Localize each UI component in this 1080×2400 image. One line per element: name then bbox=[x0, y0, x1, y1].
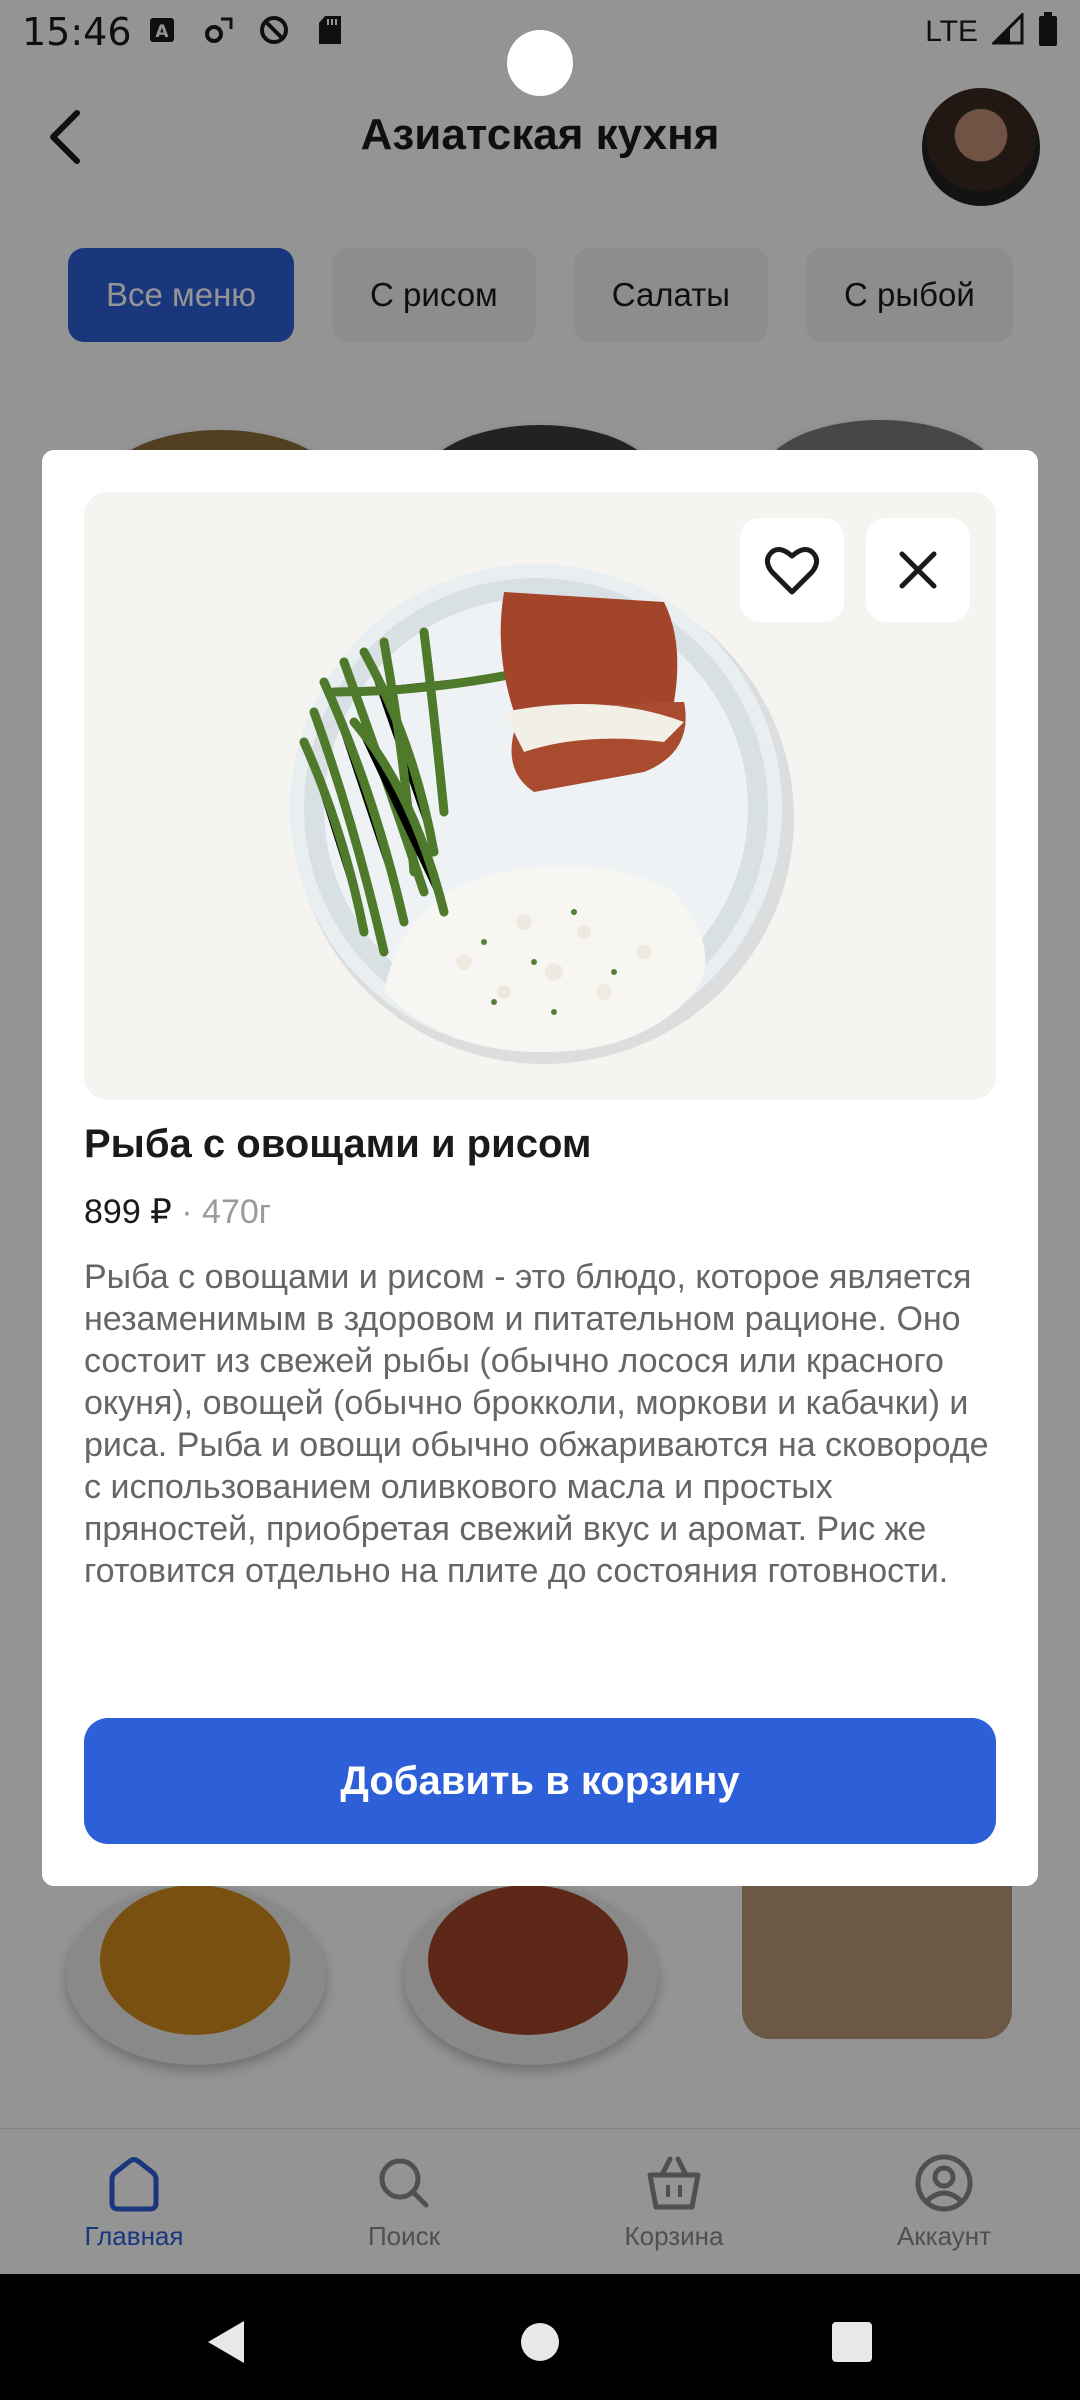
system-home-button[interactable] bbox=[510, 2312, 570, 2372]
system-back-button[interactable] bbox=[196, 2312, 256, 2372]
dish-plate-illustration bbox=[290, 564, 794, 1064]
circle-home-icon bbox=[521, 2323, 559, 2361]
dish-image bbox=[84, 492, 996, 1100]
dish-weight: · 470г bbox=[181, 1193, 272, 1231]
favorite-button[interactable] bbox=[740, 518, 844, 622]
triangle-back-icon bbox=[208, 2321, 244, 2363]
heart-icon bbox=[764, 547, 820, 595]
dish-description: Рыба с овощами и рисом - это блюдо, кото… bbox=[84, 1258, 989, 1590]
close-button[interactable] bbox=[866, 518, 970, 622]
dish-price: 899 ₽ bbox=[84, 1193, 172, 1231]
square-recents-icon bbox=[832, 2322, 872, 2362]
add-to-cart-button[interactable]: Добавить в корзину bbox=[84, 1718, 996, 1844]
price-line: 899 ₽ · 470г bbox=[84, 1192, 271, 1232]
dish-details-modal: Рыба с овощами и рисом 899 ₽ · 470г Рыба… bbox=[42, 450, 1038, 1886]
system-recents-button[interactable] bbox=[822, 2312, 882, 2372]
dish-title: Рыба с овощами и рисом bbox=[84, 1122, 592, 1166]
camera-cutout bbox=[507, 30, 573, 96]
system-navigation-bar bbox=[0, 2274, 1080, 2400]
close-icon bbox=[899, 551, 937, 589]
